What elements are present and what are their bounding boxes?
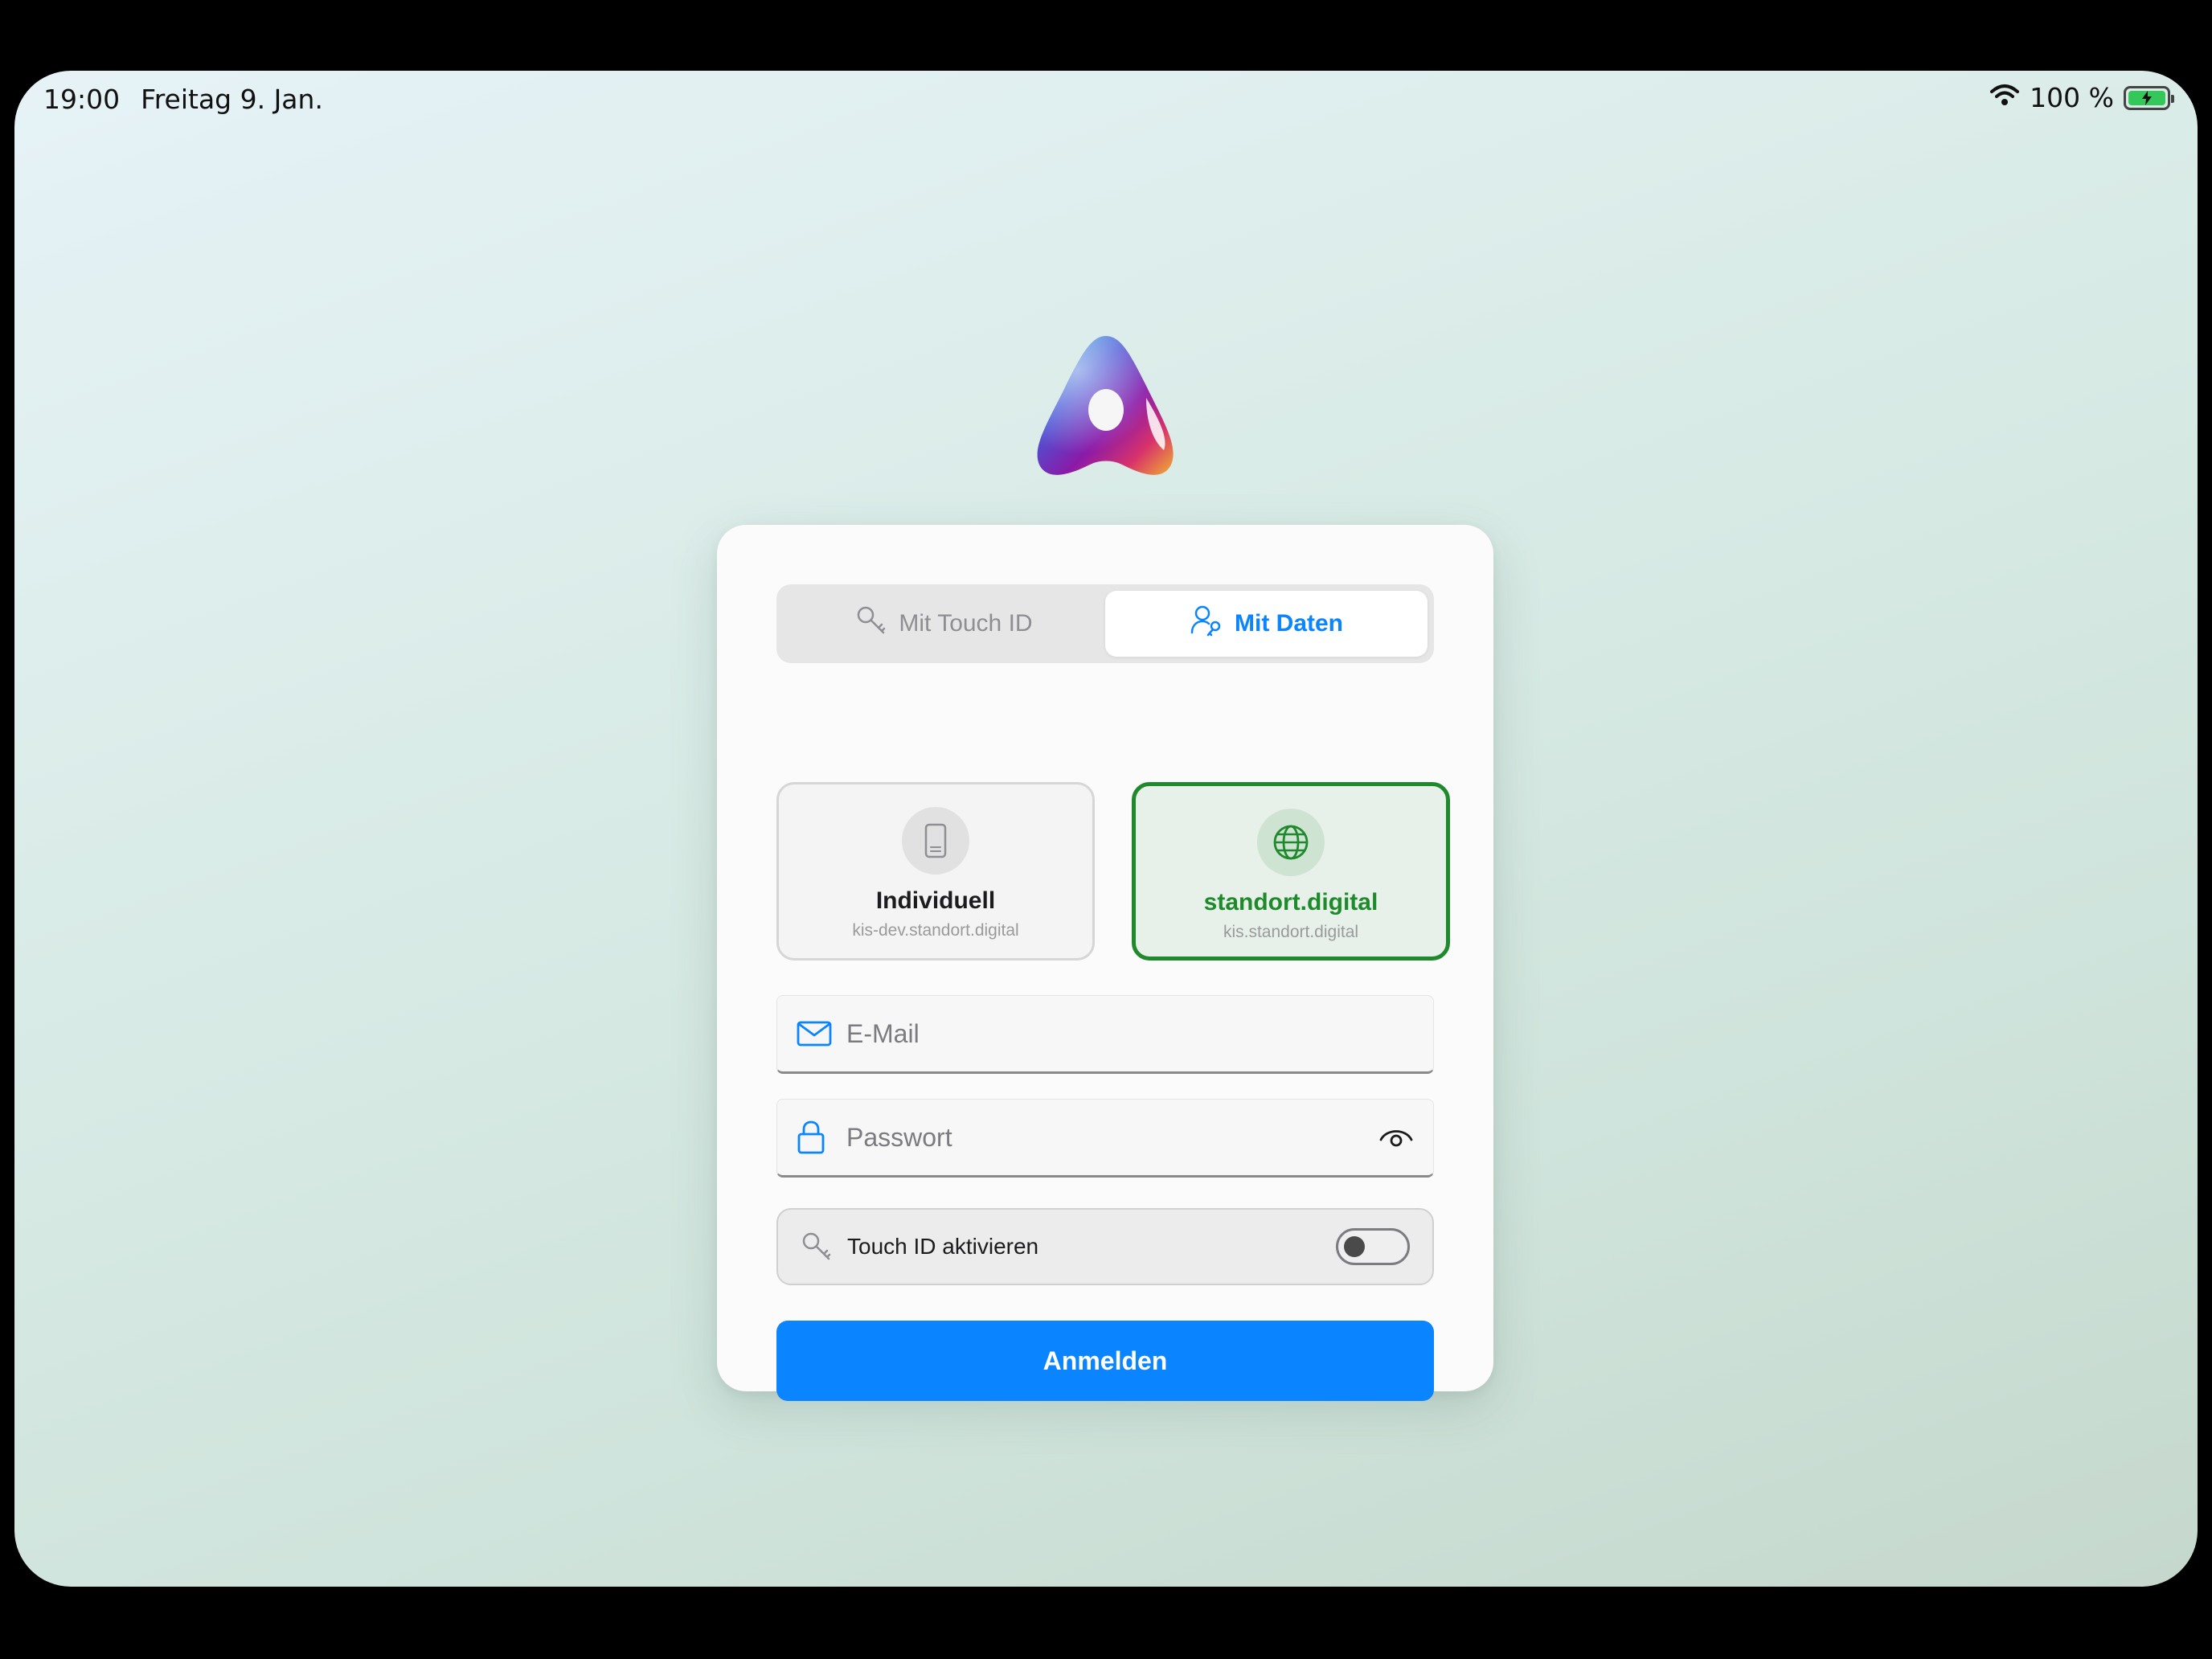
status-time: 19:00 <box>43 84 121 115</box>
eye-icon[interactable] <box>1378 1125 1414 1149</box>
battery-charging-icon <box>2124 85 2174 110</box>
login-mode-segmented-control: Mit Touch ID Mit Daten <box>776 584 1434 663</box>
phone-icon <box>902 807 969 875</box>
key-icon <box>855 604 887 643</box>
password-field <box>776 1099 1434 1178</box>
ipad-screen: 19:00 Freitag 9. Jan. 100 % Mit Touch ID… <box>14 71 2198 1587</box>
status-date: Freitag 9. Jan. <box>141 84 323 115</box>
user-key-icon <box>1190 604 1223 644</box>
touch-id-switch[interactable] <box>1336 1228 1410 1265</box>
globe-icon <box>1257 809 1325 876</box>
mail-icon <box>797 1021 834 1047</box>
tab-mit-daten[interactable]: Mit Daten <box>1105 591 1428 657</box>
environment-title: standort.digital <box>1203 889 1378 916</box>
tab-touch-id-label: Mit Touch ID <box>899 610 1033 637</box>
environment-option-standort-digital[interactable]: standort.digital kis.standort.digital <box>1132 782 1450 961</box>
touch-id-label: Touch ID aktivieren <box>847 1234 1039 1259</box>
email-field <box>776 995 1434 1074</box>
status-bar-left: 19:00 Freitag 9. Jan. <box>43 84 323 115</box>
status-bar-right: 100 % <box>1989 82 2174 113</box>
environment-option-individuell[interactable]: Individuell kis-dev.standort.digital <box>776 782 1095 961</box>
environment-subtitle: kis-dev.standort.digital <box>852 921 1019 940</box>
tab-touch-id[interactable]: Mit Touch ID <box>783 591 1105 657</box>
lock-icon <box>797 1120 834 1155</box>
login-button[interactable]: Anmelden <box>776 1321 1434 1401</box>
switch-knob <box>1344 1236 1365 1257</box>
environment-title: Individuell <box>875 887 996 914</box>
key-icon <box>801 1231 833 1263</box>
touch-id-toggle-row: Touch ID aktivieren <box>776 1208 1434 1285</box>
login-card: Mit Touch ID Mit Daten Individuell kis-d… <box>717 525 1493 1401</box>
email-input[interactable] <box>846 1018 1414 1049</box>
triangle-logo-icon <box>1026 330 1186 482</box>
password-input[interactable] <box>846 1122 1378 1153</box>
battery-percentage: 100 % <box>2030 82 2114 113</box>
tab-mit-daten-label: Mit Daten <box>1235 610 1343 637</box>
environment-subtitle: kis.standort.digital <box>1223 923 1359 941</box>
wifi-icon <box>1989 82 2020 113</box>
